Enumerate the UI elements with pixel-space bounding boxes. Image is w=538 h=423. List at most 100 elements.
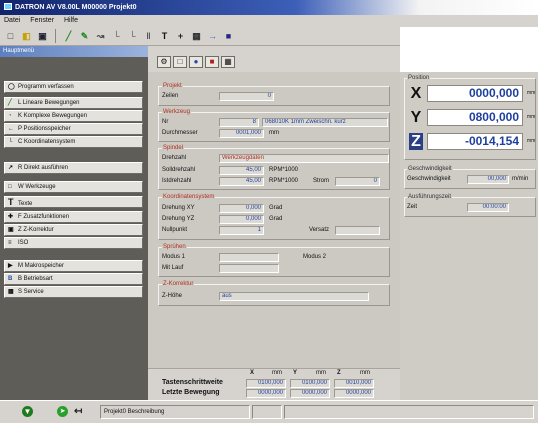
versatz-label: Versatz	[309, 227, 330, 233]
coordinate-icon: └	[8, 139, 13, 145]
step-width-x[interactable]: 0100,000	[246, 379, 286, 388]
drehung-yz-unit: Grad	[269, 216, 283, 222]
direct-icon: ↗	[8, 165, 14, 171]
settings-tab-icon[interactable]: ⚙	[157, 56, 171, 68]
nr-field: 8	[219, 118, 259, 127]
drehung-yz-label: Drehung YZ	[162, 216, 195, 222]
x-position-value: 0000,000	[427, 85, 523, 102]
group-title: Z-Korrektur	[162, 281, 195, 287]
tool-icon[interactable]: ╱	[62, 30, 75, 43]
text-icon: T	[8, 197, 14, 207]
drehung-xy-label: Drehung XY	[162, 205, 195, 211]
menu-item-programm[interactable]: ◯ Programm verfassen	[4, 81, 143, 93]
modus1-label: Modus 1	[162, 254, 186, 260]
toolbar: □ ◧ ▣ ╱ ✎ ↝ └ └ ‖ T + ▦ → ■	[0, 27, 400, 46]
solldrehzahl-field: 45,00	[219, 166, 264, 175]
line-icon[interactable]: └	[110, 30, 123, 43]
y-step-header: Y	[293, 370, 298, 376]
z-step-header: Z	[337, 370, 341, 376]
zcorrection-icon: ▣	[8, 227, 14, 233]
plus-icon: ✚	[8, 214, 14, 220]
nullpunkt-label: Nullpunkt	[162, 227, 188, 233]
menu-bar: Datei Fenster Hilfe	[0, 15, 538, 27]
x-axis-label: X	[410, 85, 422, 102]
grid-tab-icon[interactable]: ▦	[221, 56, 235, 68]
z-axis-label: Z	[409, 133, 423, 150]
menu-item-koordinaten[interactable]: └ C Koordinatensystem	[4, 136, 143, 148]
menu-item-label: M Makrospeicher	[18, 263, 65, 269]
menu-item-direkt[interactable]: ↗ R Direkt ausführen	[4, 162, 143, 174]
menu-item-position[interactable]: ← P Positionsspeicher	[4, 123, 143, 135]
menu-item-zkorrektur[interactable]: ▣ Z Z-Korrektur	[4, 224, 143, 236]
window-tab-icon[interactable]: □	[173, 56, 187, 68]
menu-item-linear[interactable]: ╱ L Lineare Bewegungen	[4, 97, 143, 109]
save-icon[interactable]: ▣	[36, 30, 49, 43]
step-width-y[interactable]: 0100,000	[290, 379, 330, 388]
menu-item-komplex[interactable]: ◔ K Komplexe Bewegungen	[4, 110, 143, 122]
menu-item-label: Z Z-Korrektur	[18, 227, 54, 233]
istdrehzahl-field: 45,00	[219, 177, 264, 186]
speed-label: Geschwindigkeit	[407, 176, 451, 182]
versatz-field	[335, 226, 380, 235]
arrow-icon[interactable]: →	[206, 30, 219, 43]
text-t-icon[interactable]: T	[158, 30, 171, 43]
menu-item-betriebsart[interactable]: B B Betriebsart	[4, 273, 143, 285]
y-axis-label: Y	[410, 109, 422, 126]
menu-item-werkzeuge[interactable]: □ W Werkzeuge	[4, 181, 143, 193]
drehung-xy-field: 0,000	[219, 204, 264, 213]
view-tab-strip: ⚙ □ ● ■ ▦	[148, 46, 400, 72]
menu-item-label: W Werkzeuge	[18, 184, 56, 190]
globe-tab-icon[interactable]: ●	[189, 56, 203, 68]
last-move-label: Letzte Bewegung	[162, 389, 220, 396]
menu-item-service[interactable]: ▦ S Service	[4, 286, 143, 298]
chart-tab-icon[interactable]: ■	[205, 56, 219, 68]
menu-item-texte[interactable]: T Texte	[4, 196, 143, 208]
group-spruehen: Sprühen Modus 1 Modus 2 Mit Lauf	[158, 244, 390, 277]
drehzahl-field: Werkzeugdaten	[219, 154, 389, 163]
z-position-value: -0014,154	[427, 133, 523, 150]
menu-datei[interactable]: Datei	[4, 17, 20, 24]
position-icon: ←	[8, 126, 14, 132]
status-arrow-icon[interactable]: ↤	[74, 405, 86, 418]
step-width-z[interactable]: 0010,000	[334, 379, 374, 388]
menu-item-makro[interactable]: ▶ M Makrospeicher	[4, 260, 143, 272]
position-title: Position	[407, 75, 431, 81]
center-panel: Projekt Zeilen 0 Werkzeug Nr 8 068010K 1…	[148, 72, 400, 368]
speed-group: Geschwindigkeit Geschwindigkeit 00,000 m…	[404, 166, 536, 189]
strom-label: Strom	[313, 178, 330, 184]
status-down-icon[interactable]: ▼	[22, 406, 33, 417]
app-icon	[4, 3, 12, 10]
menu-hilfe[interactable]: Hilfe	[64, 17, 78, 24]
menu-item-label: ISO	[18, 240, 29, 246]
path-icon[interactable]: ↝	[94, 30, 107, 43]
group-title: Werkzeug	[162, 109, 191, 115]
right-panel: Position X 0000,000 mm Y 0800,000 mm Z -…	[400, 72, 538, 400]
open-icon[interactable]: ◧	[20, 30, 33, 43]
menu-item-label: F Zusatzfunktionen	[18, 214, 70, 220]
iso-icon: ≡	[8, 240, 12, 246]
line-icon-2[interactable]: └	[126, 30, 139, 43]
linear-icon: ╱	[8, 100, 12, 106]
menu-fenster[interactable]: Fenster	[30, 17, 54, 24]
edit-icon[interactable]: ✎	[78, 30, 91, 43]
x-step-unit: mm	[272, 370, 282, 376]
complex-icon: ◔	[8, 113, 12, 119]
last-move-y: 0000,000	[290, 389, 330, 398]
menu-item-label: K Komplexe Bewegungen	[18, 113, 88, 119]
menu-item-zusatz[interactable]: ✚ F Zusatzfunktionen	[4, 211, 143, 223]
app-window: DATRON AV V8.00L M00000 Projekt0 Datei F…	[0, 0, 538, 423]
window-title: DATRON AV V8.00L M00000 Projekt0	[15, 4, 137, 11]
status-right-icon[interactable]: ➤	[57, 406, 68, 417]
plus-icon[interactable]: +	[174, 30, 187, 43]
speed-title: Geschwindigkeit	[407, 166, 453, 172]
time-title: Ausführungszeit	[407, 194, 453, 200]
new-icon[interactable]: □	[4, 30, 17, 43]
position-group: Position X 0000,000 mm Y 0800,000 mm Z -…	[404, 75, 536, 160]
status-cell	[284, 405, 534, 419]
macro-icon: ▶	[8, 263, 13, 269]
t-icon[interactable]: ‖	[142, 30, 155, 43]
magnet-icon[interactable]: ■	[222, 30, 235, 43]
grid-icon[interactable]: ▦	[190, 30, 203, 43]
menu-item-iso[interactable]: ≡ ISO	[4, 237, 143, 249]
time-group: Ausführungszeit Zeit 00:00:00	[404, 194, 536, 217]
